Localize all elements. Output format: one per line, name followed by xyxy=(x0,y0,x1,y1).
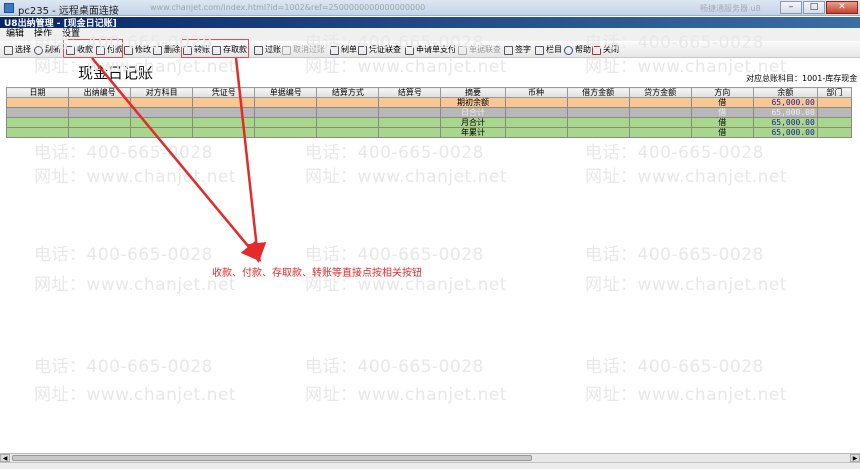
status-bar xyxy=(0,462,860,469)
arrow-from-deposit xyxy=(234,57,267,263)
remote-desktop-window: pc235 - 远程桌面连接 www.chanjet.com/index.htm… xyxy=(0,0,860,469)
scroll-thumb[interactable] xyxy=(12,455,532,461)
annotation-arrows xyxy=(91,57,267,263)
horizontal-scrollbar[interactable]: ◀ ▶ xyxy=(0,453,860,462)
scroll-right-icon[interactable]: ▶ xyxy=(850,454,860,462)
scroll-left-icon[interactable]: ◀ xyxy=(0,454,10,462)
annotation-text: 收款、付款、存取款、转账等直接点按相关按钮 xyxy=(212,268,422,279)
arrow-from-receive xyxy=(91,57,262,262)
